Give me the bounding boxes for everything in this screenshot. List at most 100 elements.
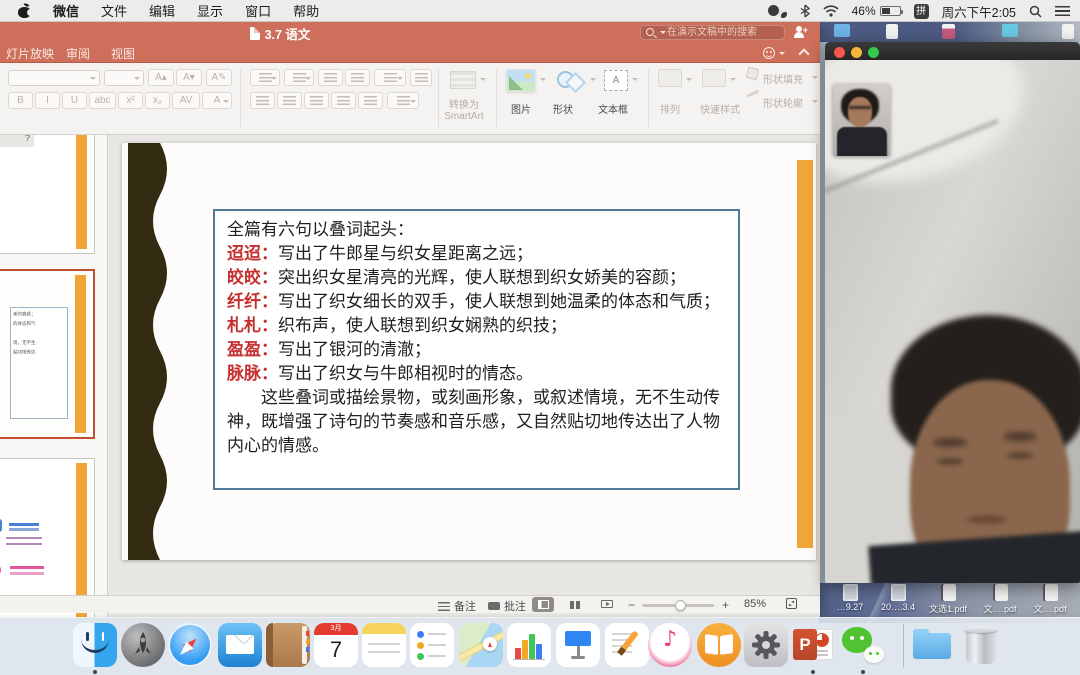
menu-file[interactable]: 文件 <box>101 1 127 20</box>
slideshow-button[interactable] <box>596 597 618 612</box>
font-name-select[interactable] <box>8 70 100 86</box>
align-right-button[interactable] <box>304 92 329 109</box>
dock-safari-icon[interactable] <box>168 623 212 667</box>
comments-button[interactable]: 批注 <box>488 598 526 614</box>
menu-edit[interactable]: 编辑 <box>149 1 175 20</box>
numbering-button[interactable] <box>284 69 314 86</box>
dock-pages-icon[interactable] <box>605 623 649 667</box>
menu-window[interactable]: 窗口 <box>245 1 271 20</box>
dock-keynote-icon[interactable] <box>556 623 600 667</box>
slide-sorter-button[interactable] <box>564 597 586 612</box>
close-button[interactable] <box>834 47 845 58</box>
desktop-file[interactable]: 文….pdf <box>1026 583 1074 615</box>
fit-to-window-button[interactable] <box>786 598 797 609</box>
app-menu-wechat[interactable]: 微信 <box>53 1 79 20</box>
desktop-image-icon[interactable] <box>942 24 955 39</box>
minimize-button[interactable] <box>851 47 862 58</box>
zoom-slider-knob[interactable] <box>675 600 686 611</box>
desktop-file[interactable]: 文选1.pdf <box>924 583 972 615</box>
clear-formatting-button[interactable]: A✎ <box>206 69 232 86</box>
notification-center-icon[interactable] <box>1055 6 1070 16</box>
underline-button[interactable]: U <box>62 92 87 109</box>
bullets-button[interactable] <box>250 69 280 86</box>
dock-reminders-icon[interactable] <box>410 623 454 667</box>
video-call-window[interactable] <box>825 42 1080 583</box>
slide-thumbnail-1[interactable]: ? <box>0 135 95 254</box>
dock-numbers-icon[interactable] <box>507 623 551 667</box>
input-method-icon[interactable]: 拼 <box>914 4 929 19</box>
decrease-font-button[interactable]: A▾ <box>176 69 202 86</box>
share-add-person-icon[interactable]: + <box>794 26 808 38</box>
align-left-button[interactable] <box>250 92 275 109</box>
shape-fill-button[interactable]: 形状填充 <box>763 71 803 86</box>
tab-review[interactable]: 审阅 <box>66 45 90 62</box>
slide-thumbnail-2-selected[interactable]: 美的容颜； 的体态和气 境，无不生 贴切地传达 <box>0 269 95 439</box>
line-spacing-button[interactable] <box>374 69 406 86</box>
desktop-file[interactable]: 文….pdf <box>976 583 1024 615</box>
menu-view[interactable]: 显示 <box>197 1 223 20</box>
zoom-out-button[interactable] <box>628 598 635 612</box>
zoom-in-button[interactable] <box>722 598 729 612</box>
apple-menu-icon[interactable] <box>18 4 31 18</box>
desktop-file[interactable]: …9.27 <box>826 583 874 612</box>
notes-button[interactable]: 备注 <box>438 598 476 614</box>
paragraph-more-button[interactable] <box>410 69 432 86</box>
increase-font-button[interactable]: A▴ <box>148 69 174 86</box>
font-size-select[interactable] <box>104 70 144 86</box>
dock-trash-icon[interactable] <box>959 623 1003 667</box>
bluetooth-icon[interactable] <box>800 4 810 18</box>
ppt-title-bar[interactable]: 3.7 语文 + <box>0 22 820 42</box>
battery-status[interactable]: 46% <box>852 4 901 18</box>
dock-mail-icon[interactable] <box>218 623 262 667</box>
dock-wechat-icon[interactable] <box>841 623 885 667</box>
dock-ibooks-icon[interactable] <box>697 623 741 667</box>
italic-button[interactable]: I <box>35 92 60 109</box>
arrange-button[interactable]: 排列 <box>648 101 692 116</box>
text-direction-button[interactable] <box>387 92 419 109</box>
dock-powerpoint-icon[interactable] <box>791 623 835 667</box>
dock-notes-icon[interactable] <box>362 623 406 667</box>
justify-button[interactable] <box>331 92 356 109</box>
spotlight-search-icon[interactable] <box>1029 5 1042 18</box>
dock-launchpad-icon[interactable] <box>121 623 165 667</box>
font-color-button[interactable]: A <box>202 92 232 109</box>
align-center-button[interactable] <box>277 92 302 109</box>
menu-bar-clock[interactable]: 周六下午2:05 <box>942 2 1016 21</box>
convert-smartart-button[interactable]: 转换为 SmartArt <box>436 96 492 122</box>
shape-outline-button[interactable]: 形状轮廓 <box>763 95 803 110</box>
collapse-ribbon-icon[interactable] <box>798 48 809 59</box>
feedback-smiley-icon[interactable] <box>763 47 775 59</box>
zoom-window-button[interactable] <box>868 47 879 58</box>
text-effects-button[interactable]: AV <box>172 92 200 109</box>
tab-view[interactable]: 视图 <box>111 45 135 62</box>
dock-itunes-icon[interactable] <box>648 623 692 667</box>
insert-shape-button[interactable]: 形状 <box>538 101 588 116</box>
desktop-document-icon[interactable] <box>1062 24 1074 39</box>
superscript-button[interactable]: x² <box>118 92 143 109</box>
desktop-file[interactable]: 20….3.4 <box>874 583 922 612</box>
desktop-folder-icon[interactable] <box>834 24 850 37</box>
video-window-title-bar[interactable] <box>825 42 1080 60</box>
normal-view-button[interactable] <box>532 597 554 612</box>
dock-maps-icon[interactable] <box>459 623 503 667</box>
wifi-icon[interactable] <box>823 5 839 17</box>
decrease-indent-button[interactable] <box>318 69 343 86</box>
columns-button[interactable] <box>358 92 383 109</box>
slide-thumbnail-3[interactable] <box>0 458 95 617</box>
bold-button[interactable]: B <box>8 92 33 109</box>
wechat-status-icon[interactable] <box>768 5 787 18</box>
strikethrough-button[interactable]: abc <box>89 92 116 109</box>
insert-textbox-button[interactable]: 文本框 <box>583 101 643 116</box>
dock-calendar-icon[interactable]: 3月 7 <box>314 623 358 667</box>
zoom-slider[interactable] <box>642 604 714 607</box>
dock-system-preferences-icon[interactable] <box>744 623 788 667</box>
subscript-button[interactable]: x₂ <box>145 92 170 109</box>
menu-help[interactable]: 帮助 <box>293 1 319 20</box>
desktop-document-icon[interactable] <box>886 24 898 39</box>
quick-styles-button[interactable]: 快速样式 <box>692 101 748 116</box>
dock-contacts-icon[interactable] <box>266 623 310 667</box>
tab-slideshow[interactable]: 灯片放映 <box>6 45 54 62</box>
desktop-folder-icon[interactable] <box>1002 24 1018 37</box>
dock-finder-icon[interactable] <box>73 623 117 667</box>
self-view-video[interactable] <box>833 84 890 156</box>
